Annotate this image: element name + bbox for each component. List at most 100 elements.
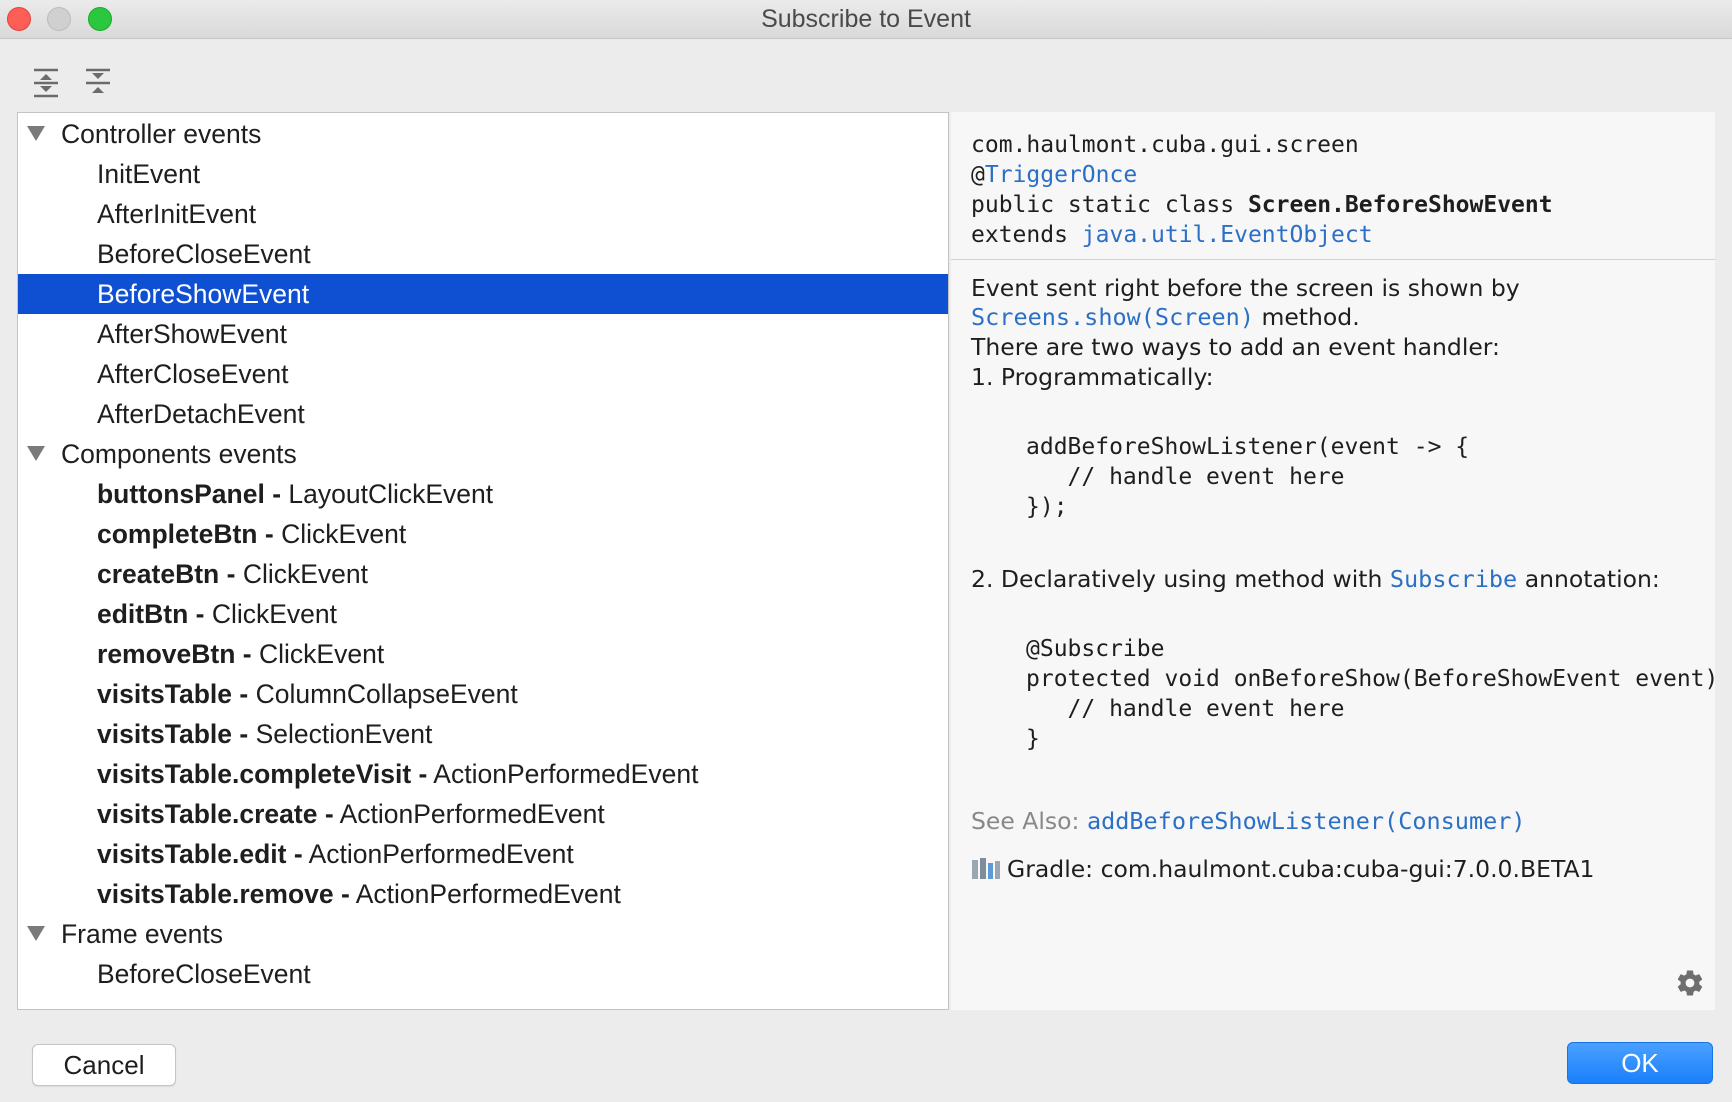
tree-item-row[interactable]: buttonsPanel - LayoutClickEvent — [18, 474, 948, 514]
doc-divider — [951, 259, 1715, 260]
cancel-button[interactable]: Cancel — [32, 1044, 176, 1086]
subscribe-link[interactable]: Subscribe — [1390, 565, 1517, 593]
tree-item-label: editBtn - ClickEvent — [97, 594, 337, 634]
event-name: ClickEvent — [242, 559, 368, 589]
tree-item-row[interactable]: BeforeShowEvent — [18, 274, 948, 314]
component-name: completeBtn - — [97, 519, 274, 549]
tree-item-label: completeBtn - ClickEvent — [97, 514, 406, 554]
tree-item-label: buttonsPanel - LayoutClickEvent — [97, 474, 493, 514]
tree-item-row[interactable]: visitsTable.completeVisit - ActionPerfor… — [18, 754, 948, 794]
tree-item-label: visitsTable.edit - ActionPerformedEvent — [97, 834, 574, 874]
tree-item-row[interactable]: visitsTable.edit - ActionPerformedEvent — [18, 834, 948, 874]
tree-group-row[interactable]: Components events — [18, 434, 948, 474]
doc-description-2: Screens.show(Screen) method. — [971, 302, 1360, 332]
settings-button[interactable] — [1675, 968, 1705, 998]
event-name: ClickEvent — [211, 599, 338, 629]
tree-item-label: visitsTable - ColumnCollapseEvent — [97, 674, 518, 714]
tree-item-row[interactable]: BeforeCloseEvent — [18, 954, 948, 994]
collapse-all-button[interactable] — [81, 66, 115, 100]
event-name: SelectionEvent — [255, 719, 433, 749]
tree-item-label: visitsTable.create - ActionPerformedEven… — [97, 794, 605, 834]
collapse-all-icon — [86, 68, 110, 93]
event-name: ActionPerformedEvent — [308, 839, 574, 869]
component-name: createBtn - — [97, 559, 236, 589]
event-name: ActionPerformedEvent — [355, 879, 621, 909]
doc-description-1: Event sent right before the screen is sh… — [971, 274, 1520, 302]
tree-item-row[interactable]: BeforeCloseEvent — [18, 234, 948, 274]
event-name: ActionPerformedEvent — [433, 759, 699, 789]
ok-button[interactable]: OK — [1567, 1042, 1713, 1084]
event-name: ClickEvent — [259, 639, 385, 669]
component-name: editBtn - — [97, 599, 205, 629]
tree-item-row[interactable]: editBtn - ClickEvent — [18, 594, 948, 634]
event-tree[interactable]: Controller events InitEvent AfterInitEvent… — [17, 112, 949, 1010]
code-line: // handle event here — [1026, 696, 1345, 722]
doc-extends: extends java.util.EventObject — [971, 220, 1373, 250]
tree-item-row[interactable]: visitsTable - SelectionEvent — [18, 714, 948, 754]
library-info: Gradle: com.haulmont.cuba:cuba-gui:7.0.0… — [971, 854, 1595, 884]
window-title: Subscribe to Event — [761, 5, 971, 33]
component-name: visitsTable - — [97, 719, 249, 749]
expand-toggle-icon[interactable] — [27, 446, 45, 461]
description-suffix: method. — [1253, 303, 1360, 331]
event-name: LayoutClickEvent — [288, 479, 494, 509]
tree-item-label: visitsTable - SelectionEvent — [97, 714, 432, 754]
tree-item-row[interactable]: visitsTable.remove - ActionPerformedEven… — [18, 874, 948, 914]
doc-package: com.haulmont.cuba.gui.screen — [971, 132, 1359, 158]
component-name: buttonsPanel - — [97, 479, 282, 509]
doc-declaration: public static class Screen.BeforeShowEve… — [971, 190, 1553, 220]
tree-item-label: BeforeShowEvent — [97, 279, 310, 309]
gear-icon — [1677, 970, 1703, 996]
expand-all-icon — [34, 68, 58, 98]
tree-item-label: AfterShowEvent — [97, 319, 288, 349]
tree-item-label: removeBtn - ClickEvent — [97, 634, 384, 674]
code-line: } — [1026, 726, 1040, 752]
class-name: Screen.BeforeShowEvent — [1247, 192, 1553, 218]
tree-item-label: BeforeCloseEvent — [97, 239, 311, 269]
tree-item-label: AfterInitEvent — [97, 199, 257, 229]
title-bar: Subscribe to Event — [0, 0, 1732, 39]
documentation-panel: com.haulmont.cuba.gui.screen @TriggerOnc… — [951, 112, 1715, 1010]
expand-toggle-icon[interactable] — [27, 126, 45, 141]
step-2-prefix: 2. Declaratively using method with — [971, 565, 1390, 593]
see-also-label: See Also: — [971, 807, 1080, 835]
event-object-link[interactable]: java.util.EventObject — [1082, 222, 1373, 248]
tree-item-label: createBtn - ClickEvent — [97, 554, 368, 594]
expand-toggle-icon[interactable] — [27, 926, 45, 941]
tree-item-label: visitsTable.remove - ActionPerformedEven… — [97, 874, 621, 914]
tree-group-label: Frame events — [61, 919, 224, 949]
component-name: visitsTable.completeVisit - — [97, 759, 428, 789]
tree-item-row[interactable]: InitEvent — [18, 154, 948, 194]
tree-group-label: Components events — [61, 439, 297, 469]
component-name: visitsTable - — [97, 679, 249, 709]
tree-item-row[interactable]: createBtn - ClickEvent — [18, 554, 948, 594]
screens-show-link[interactable]: Screens.show(Screen) — [971, 303, 1254, 331]
component-name: removeBtn - — [97, 639, 252, 669]
tree-group-label: Controller events — [61, 119, 262, 149]
declaration-prefix: public static class — [971, 192, 1248, 218]
library-icon — [971, 856, 1001, 880]
annotation-prefix: @ — [971, 162, 985, 188]
tree-item-row[interactable]: AfterDetachEvent — [18, 394, 948, 434]
doc-step-1: 1. Programmatically: — [971, 363, 1214, 391]
tree-item-row[interactable]: removeBtn - ClickEvent — [18, 634, 948, 674]
tree-item-label: InitEvent — [97, 159, 201, 189]
event-name: ActionPerformedEvent — [339, 799, 605, 829]
doc-step-2: 2. Declaratively using method with Subsc… — [971, 564, 1660, 594]
component-name: visitsTable.create - — [97, 799, 334, 829]
code-line: // handle event here — [1026, 464, 1345, 490]
tree-item-row[interactable]: visitsTable.create - ActionPerformedEven… — [18, 794, 948, 834]
tree-item-row[interactable]: completeBtn - ClickEvent — [18, 514, 948, 554]
expand-all-button[interactable] — [29, 66, 63, 100]
tree-item-row[interactable]: AfterShowEvent — [18, 314, 948, 354]
component-name: visitsTable.remove - — [97, 879, 350, 909]
code-line: }); — [1026, 494, 1068, 520]
tree-item-row[interactable]: AfterCloseEvent — [18, 354, 948, 394]
tree-group-row[interactable]: Controller events — [18, 114, 948, 154]
add-before-show-listener-link[interactable]: addBeforeShowListener(Consumer) — [1087, 807, 1526, 835]
tree-group-row[interactable]: Frame events — [18, 914, 948, 954]
tree-item-row[interactable]: visitsTable - ColumnCollapseEvent — [18, 674, 948, 714]
code-line: protected void onBeforeShow(BeforeShowEv… — [1026, 666, 1715, 692]
trigger-once-link[interactable]: TriggerOnce — [985, 162, 1137, 188]
tree-item-row[interactable]: AfterInitEvent — [18, 194, 948, 234]
